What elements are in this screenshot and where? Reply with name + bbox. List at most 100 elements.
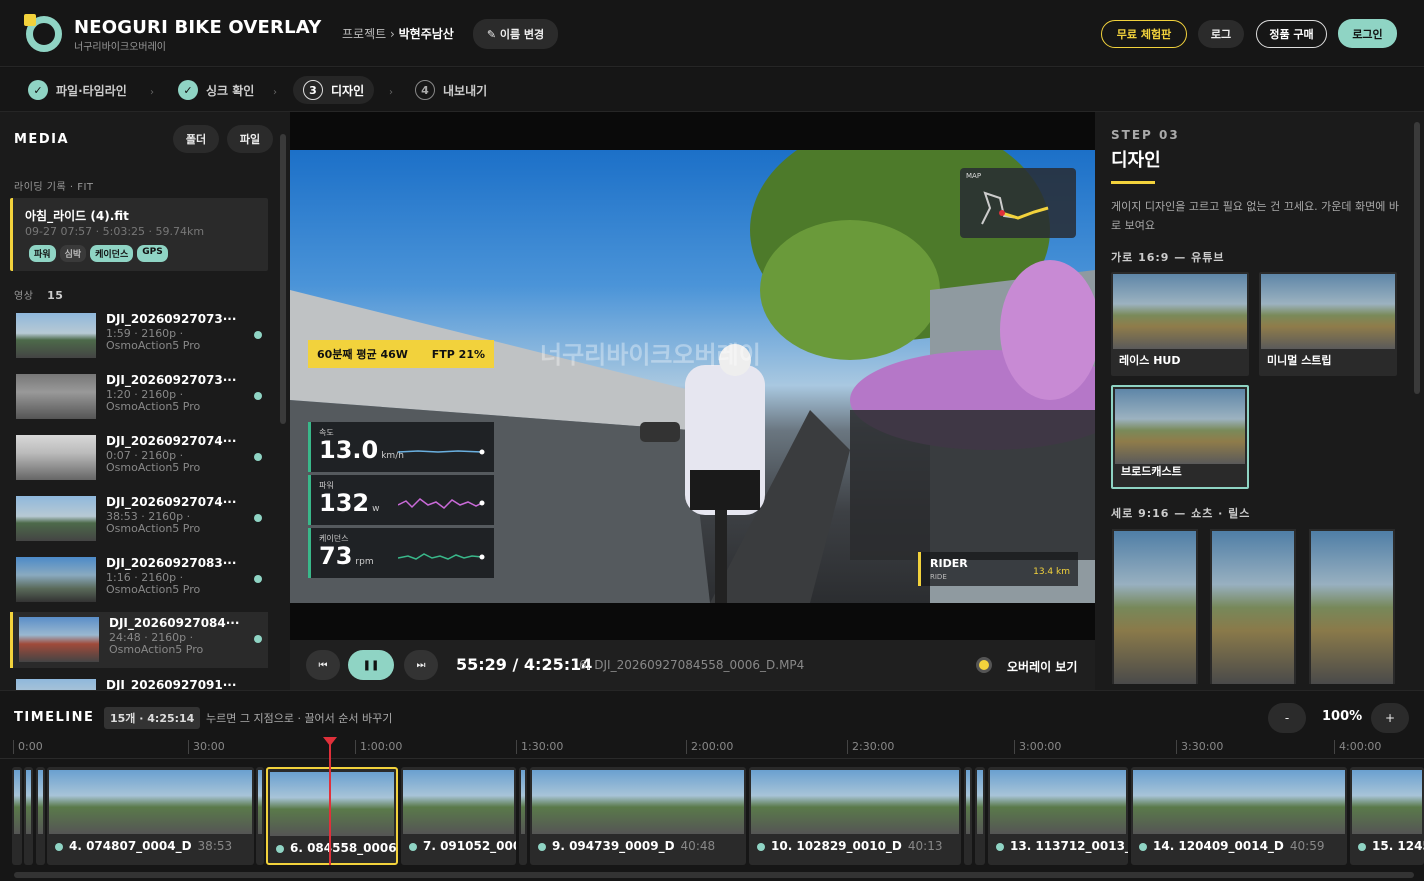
timeline-clip[interactable]: 7. 091052_0007 (401, 767, 516, 865)
video-meta: 1:20 · 2160p · OsmoAction5 Pro (106, 389, 200, 413)
timeline-clip[interactable]: 9. 094739_0009_D 40:48 (530, 767, 746, 865)
timeline-clip-small[interactable] (519, 767, 527, 865)
status-dot (254, 331, 262, 339)
ruler-tick: 30:00 (188, 740, 225, 754)
timeline-scrollbar[interactable] (14, 872, 1414, 878)
step-label: 싱크 확인 (206, 83, 255, 98)
hud-summary-banner: 60분째 평균 46W FTP 21% (308, 340, 494, 368)
design-preview (1113, 274, 1247, 349)
overlay-toggle-label[interactable]: 오버레이 보기 (1007, 658, 1077, 675)
speed-number: 13.0 (319, 436, 379, 464)
video-list-item[interactable]: DJI_20260927091··· (10, 674, 268, 690)
playhead[interactable] (323, 737, 337, 865)
log-button[interactable]: 로그 (1198, 20, 1244, 48)
design-preview (1212, 531, 1294, 684)
video-list-item[interactable]: DJI_20260927074··· 38:53 · 2160p · OsmoAc… (10, 491, 268, 547)
check-icon: ✓ (178, 80, 198, 100)
design-card-race-hud[interactable]: 레이스 HUD (1111, 272, 1249, 376)
clip-duration: 40:59 (1289, 839, 1325, 853)
media-scrollbar[interactable] (280, 134, 286, 424)
timeline-clip[interactable]: 15. 1245 (1350, 767, 1424, 865)
video-list-item[interactable]: DJI_20260927073··· 1:20 · 2160p · OsmoAct… (10, 369, 268, 425)
step-label: 파일·타임라인 (56, 83, 127, 98)
video-meta-camera: OsmoAction5 Pro (106, 461, 201, 474)
timeline-ruler[interactable]: 0:00 30:00 1:00:00 1:30:00 2:00:00 2:30:… (0, 737, 1424, 759)
rename-button[interactable]: ✎ 이름 변경 (473, 19, 558, 49)
timeline-clip[interactable]: 13. 113712_0013_D (988, 767, 1128, 865)
video-section-title: 영상 15 (14, 287, 63, 302)
pause-button[interactable]: ❚❚ (348, 650, 394, 680)
ruler-tick: 3:00:00 (1014, 740, 1061, 754)
video-name: DJI_20260927073··· (106, 373, 237, 387)
overlay-toggle[interactable] (976, 657, 992, 673)
portrait-design-card[interactable] (1210, 529, 1296, 684)
free-trial-button[interactable]: 무료 체험판 (1101, 20, 1187, 48)
file-button[interactable]: 파일 (227, 125, 273, 153)
timeline-clip-small[interactable] (975, 767, 985, 865)
timeline-clip-small[interactable] (12, 767, 22, 865)
video-thumbnail (16, 496, 96, 541)
minimap-widget: MAP (960, 168, 1076, 238)
video-list-item[interactable]: DJI_20260927074··· 0:07 · 2160p · OsmoAct… (10, 430, 268, 486)
timeline-clips: 4. 074807_0004_D 38:53 6. 084558_0006_D 7… (0, 767, 1424, 865)
design-card-label: 레이스 HUD (1119, 354, 1181, 367)
breadcrumb-root[interactable]: 프로젝트 (342, 27, 386, 41)
clip-thumbnail (49, 770, 252, 834)
timeline-clip[interactable]: 4. 074807_0004_D 38:53 (47, 767, 254, 865)
chevron-right-icon: › (150, 87, 154, 98)
brand-title: NEOGURI BIKE OVERLAY (74, 17, 322, 38)
design-card-minimal-strip[interactable]: 미니멀 스트립 (1259, 272, 1397, 376)
folder-button[interactable]: 폴더 (173, 125, 219, 153)
hud-cadence-value: 73 rpm (319, 542, 374, 570)
video-list-item[interactable]: DJI_20260927073··· 1:59 · 2160p · OsmoAct… (10, 308, 268, 364)
tag-cadence: 케이던스 (90, 245, 134, 262)
portrait-design-card[interactable] (1112, 529, 1198, 684)
chevron-right-icon: › (389, 87, 393, 98)
breadcrumb-separator: › (390, 27, 395, 41)
skip-forward-icon[interactable]: ⏭ (404, 650, 438, 680)
video-name: DJI_20260927073··· (106, 312, 237, 326)
timeline-clip-small[interactable] (24, 767, 33, 865)
video-list-item-selected[interactable]: DJI_20260927084··· 24:48 · 2160p · OsmoAc… (10, 612, 268, 668)
video-thumbnail (16, 679, 96, 690)
clip-name: 10. 102829_0010_D (771, 839, 902, 853)
timeline-clip-selected[interactable]: 6. 084558_0006_D (266, 767, 398, 865)
project-name: 박현주남산 (398, 27, 454, 41)
timeline-clip[interactable]: 14. 120409_0014_D 40:59 (1131, 767, 1347, 865)
clip-label: 6. 084558_0006_D (276, 841, 396, 855)
video-meta: 38:53 · 2160p · OsmoAction5 Pro (106, 511, 200, 535)
step-export[interactable]: 4 내보내기 (415, 76, 487, 104)
video-preview[interactable]: 너구리바이크오버레이 MAP 60분째 평균 46W FTP 21% 속도 13… (290, 150, 1095, 603)
video-thumbnail (16, 374, 96, 419)
clip-thumbnail (1352, 770, 1422, 834)
timeline-clip[interactable]: 10. 102829_0010_D 40:13 (749, 767, 961, 865)
fit-file-name: 아침_라이드 (4).fit (25, 209, 129, 223)
step-design[interactable]: 3 디자인 (293, 76, 375, 104)
title-underline (1111, 181, 1155, 184)
player-controls: ⏮ ❚❚ ⏭ 55:29 / 4:25:14 6. DJI_2026092708… (290, 640, 1095, 690)
step-file-timeline[interactable]: ✓ 파일·타임라인 (28, 76, 127, 104)
design-scrollbar[interactable] (1414, 122, 1420, 394)
zoom-in-button[interactable]: + (1371, 703, 1409, 733)
zoom-out-button[interactable]: - (1268, 703, 1306, 733)
timeline-clip-small[interactable] (256, 767, 264, 865)
fit-file-card[interactable]: 아침_라이드 (4).fit 09-27 07:57 · 5:03:25 · 5… (10, 198, 268, 271)
hud-power-value: 132 w (319, 489, 379, 517)
clip-thumbnail (990, 770, 1126, 834)
design-card-broadcast[interactable]: 브로드캐스트 (1111, 385, 1249, 489)
skip-back-icon[interactable]: ⏮ (306, 650, 340, 680)
rider-nameplate: RIDER RIDE 13.4 km (918, 552, 1078, 586)
login-button[interactable]: 로그인 (1338, 19, 1397, 48)
clip-thumbnail (521, 770, 525, 834)
step-sync-check[interactable]: ✓ 싱크 확인 (178, 76, 254, 104)
step-label: 디자인 (331, 83, 365, 98)
portrait-design-card[interactable] (1309, 529, 1395, 684)
status-dot (254, 392, 262, 400)
clip-thumbnail (26, 770, 31, 834)
buy-button[interactable]: 정품 구매 (1256, 20, 1327, 48)
fit-tags: 파워 심박 케이던스 GPS (29, 245, 168, 262)
timeline-panel: TIMELINE 15개 · 4:25:14 누르면 그 지점으로 · 끌어서 … (0, 690, 1424, 881)
timeline-clip-small[interactable] (36, 767, 45, 865)
timeline-clip-small[interactable] (964, 767, 972, 865)
video-list-item[interactable]: DJI_20260927083··· 1:16 · 2160p · OsmoAct… (10, 552, 268, 608)
